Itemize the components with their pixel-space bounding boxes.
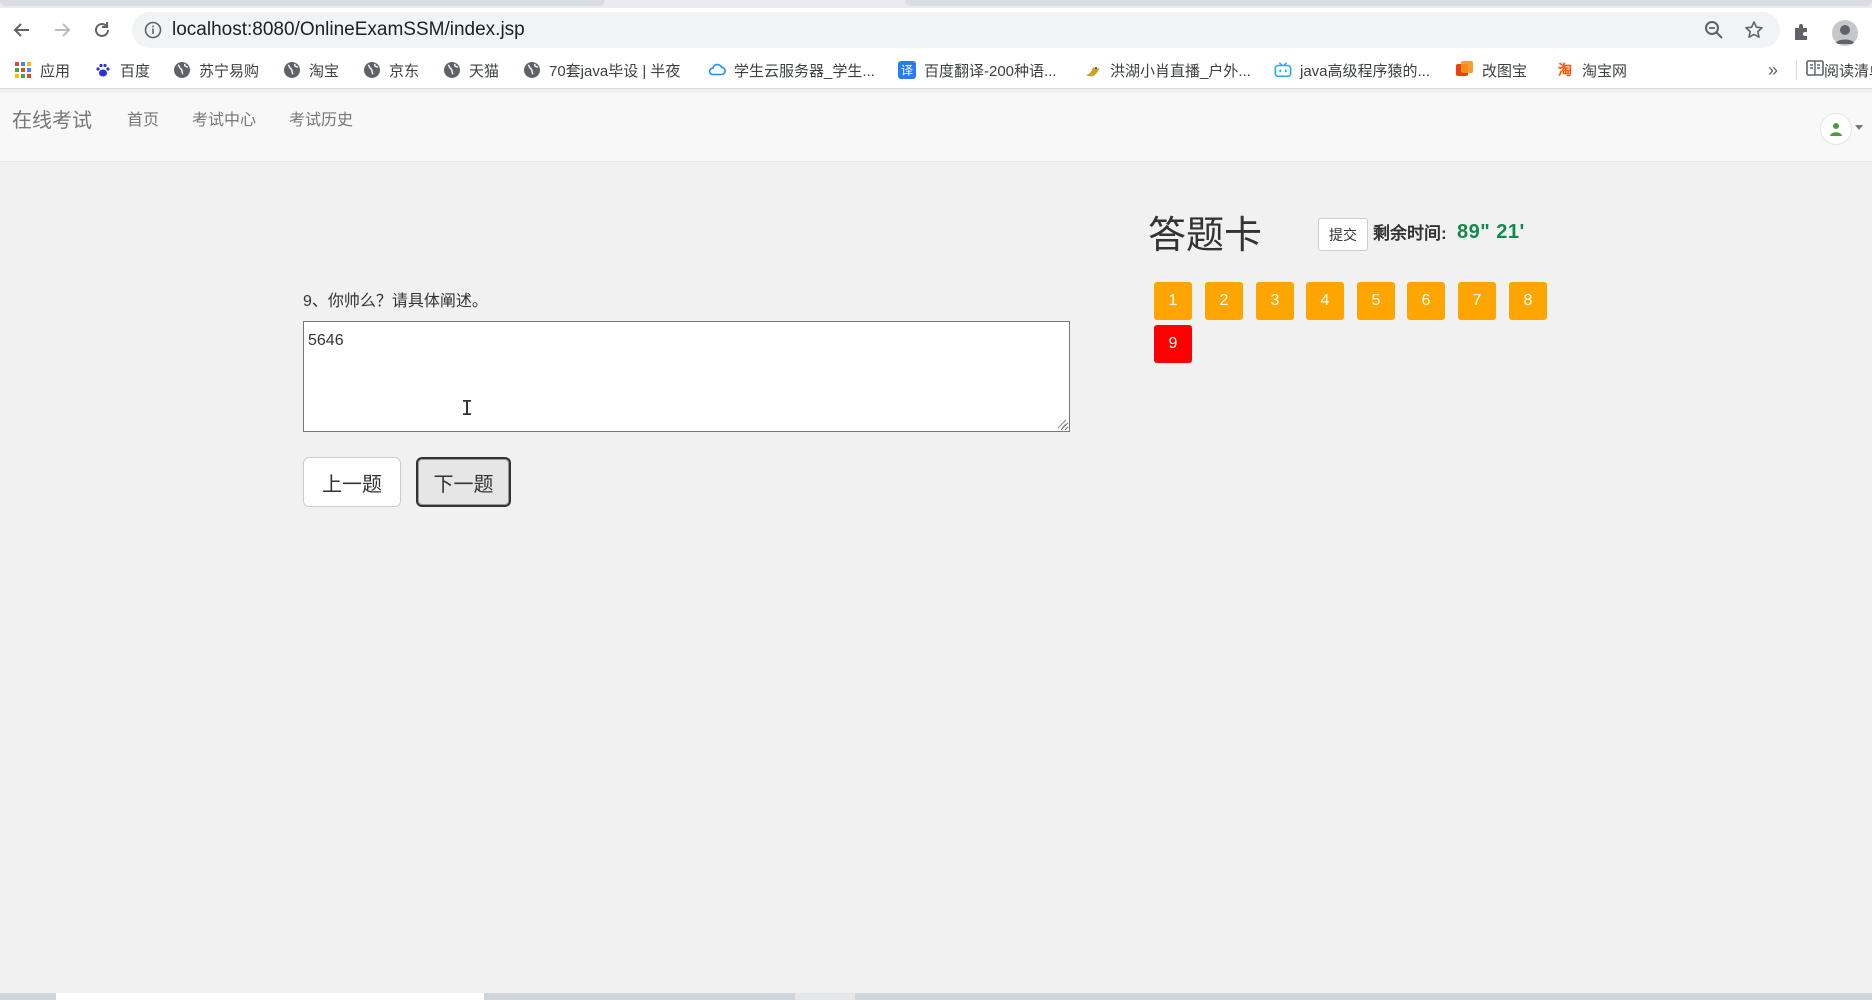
globe-icon — [443, 61, 461, 79]
back-button[interactable] — [6, 14, 38, 46]
bookmark-label: 学生云服务器_学生... — [734, 62, 875, 80]
tab-active[interactable] — [0, 0, 605, 6]
bookmark-star-icon[interactable] — [1744, 20, 1764, 40]
image-editor-icon — [1456, 61, 1474, 79]
bookmark-label: 淘宝 — [309, 62, 340, 80]
svg-text:译: 译 — [901, 64, 913, 78]
taobao-icon: 淘 — [1556, 61, 1574, 79]
more-bookmarks-button[interactable]: » — [1768, 52, 1778, 88]
site-navbar: 在线考试 首页 考试中心 考试历史 — [0, 93, 1872, 162]
text-cursor-icon: I — [461, 396, 474, 420]
reading-list-button[interactable]: 阅读清单 — [1806, 52, 1872, 88]
taskbar-segment — [795, 993, 855, 1000]
forward-arrow-icon — [55, 23, 71, 37]
bookmark-jd[interactable]: 京东 — [363, 52, 419, 88]
extensions-puzzle-icon[interactable] — [1792, 22, 1812, 42]
bookmark-honghu-live[interactable]: 洪湖小肖直播_户外... — [1084, 52, 1251, 88]
profile-avatar-icon[interactable] — [1832, 20, 1858, 46]
address-url[interactable]: localhost:8080/OnlineExamSSM/index.jsp — [172, 12, 525, 48]
bookmark-java-projects[interactable]: 70套java毕设 | 半夜 — [523, 52, 680, 88]
question-cell-6[interactable]: 6 — [1407, 282, 1445, 320]
question-text: 9、你帅么？请具体阐述。 — [303, 293, 488, 310]
globe-icon — [173, 61, 191, 79]
bookmark-student-cloud[interactable]: 学生云服务器_学生... — [708, 52, 875, 88]
forward-button[interactable] — [46, 14, 78, 46]
question-cell-1[interactable]: 1 — [1154, 282, 1192, 320]
apps-grid-icon — [14, 61, 32, 79]
user-menu-avatar[interactable] — [1820, 113, 1852, 145]
cloud-icon — [708, 61, 726, 79]
zoom-icon[interactable] — [1704, 20, 1724, 40]
info-icon[interactable] — [144, 21, 162, 39]
bookmark-apps[interactable]: 应用 — [14, 52, 70, 88]
answer-card-title: 答题卡 — [1148, 215, 1263, 257]
nav-exam-center[interactable]: 考试中心 — [192, 93, 256, 149]
question-cell-5[interactable]: 5 — [1357, 282, 1395, 320]
bookmark-label: 洪湖小肖直播_户外... — [1110, 62, 1251, 80]
textarea-resize-grip-icon[interactable] — [1057, 419, 1067, 429]
baidu-paw-icon — [94, 61, 112, 79]
bookmark-label: 苏宁易购 — [199, 62, 260, 80]
reading-list-label: 阅读清单 — [1824, 62, 1872, 80]
bookmark-label: 改图宝 — [1482, 62, 1528, 80]
bookmark-label: 应用 — [40, 62, 71, 80]
bookmark-label: 70套java毕设 | 半夜 — [549, 62, 681, 80]
answer-textarea[interactable]: 5646 — [303, 321, 1070, 432]
nav-exam-history[interactable]: 考试历史 — [289, 93, 353, 149]
translate-icon: 译 — [898, 61, 916, 79]
bookmark-label: 天猫 — [469, 62, 500, 80]
bookmark-tmall[interactable]: 天猫 — [443, 52, 499, 88]
bookmark-taobao[interactable]: 淘宝 — [283, 52, 339, 88]
bookmark-label: 百度 — [120, 62, 151, 80]
bookmark-gaitubao[interactable]: 改图宝 — [1456, 52, 1527, 88]
bird-icon — [1084, 61, 1102, 79]
taskbar-segment — [56, 993, 484, 1000]
user-avatar-icon — [1830, 123, 1842, 136]
remaining-time-value: 89" 21' — [1457, 221, 1525, 243]
bookmark-java-advanced[interactable]: java高级程序猿的... — [1274, 52, 1430, 88]
bookmark-taobao-net[interactable]: 淘 淘宝网 — [1556, 52, 1627, 88]
bookmark-baidu[interactable]: 百度 — [94, 52, 150, 88]
question-cell-9[interactable]: 9 — [1154, 325, 1192, 363]
tab-strip — [0, 0, 1872, 8]
bookmark-label: 百度翻译-200种语... — [924, 62, 1057, 80]
brand-link[interactable]: 在线考试 — [12, 93, 92, 149]
bookmark-label: 淘宝网 — [1582, 62, 1628, 80]
bottom-taskbar-strip — [0, 993, 1872, 1000]
bookmark-suning[interactable]: 苏宁易购 — [173, 52, 259, 88]
bookmarks-bar: 应用 百度 苏宁易购 淘宝 京东 天猫 70套java毕设 | 半夜 学生云服务… — [0, 52, 1872, 89]
globe-icon — [363, 61, 381, 79]
nav-home[interactable]: 首页 — [127, 93, 159, 149]
prev-question-button[interactable]: 上一题 — [303, 457, 401, 507]
question-cell-7[interactable]: 7 — [1458, 282, 1496, 320]
question-cell-8[interactable]: 8 — [1509, 282, 1547, 320]
bookmark-baidu-translate[interactable]: 译 百度翻译-200种语... — [898, 52, 1057, 88]
bookmark-label: 京东 — [389, 62, 420, 80]
bilibili-tv-icon — [1274, 61, 1292, 79]
address-bar[interactable]: localhost:8080/OnlineExamSSM/index.jsp — [132, 12, 1780, 48]
question-cell-2[interactable]: 2 — [1205, 282, 1243, 320]
remaining-time-label: 剩余时间: — [1373, 224, 1447, 243]
browser-toolbar: localhost:8080/OnlineExamSSM/index.jsp — [0, 8, 1872, 52]
reload-button[interactable] — [86, 14, 118, 46]
submit-button[interactable]: 提交 — [1318, 218, 1368, 251]
question-cell-3[interactable]: 3 — [1256, 282, 1294, 320]
bookmark-label: java高级程序猿的... — [1300, 62, 1431, 80]
user-menu-caret-icon[interactable] — [1855, 125, 1863, 130]
reload-icon — [95, 22, 109, 37]
back-arrow-icon — [13, 23, 29, 37]
next-question-button[interactable]: 下一题 — [416, 457, 511, 507]
bookmarks-divider — [1796, 60, 1797, 80]
tab-inactive[interactable] — [905, 0, 1872, 6]
reading-list-icon — [1806, 60, 1824, 80]
question-cell-4[interactable]: 4 — [1306, 282, 1344, 320]
globe-icon — [283, 61, 301, 79]
svg-text:淘: 淘 — [1558, 62, 1572, 79]
globe-icon — [523, 61, 541, 79]
